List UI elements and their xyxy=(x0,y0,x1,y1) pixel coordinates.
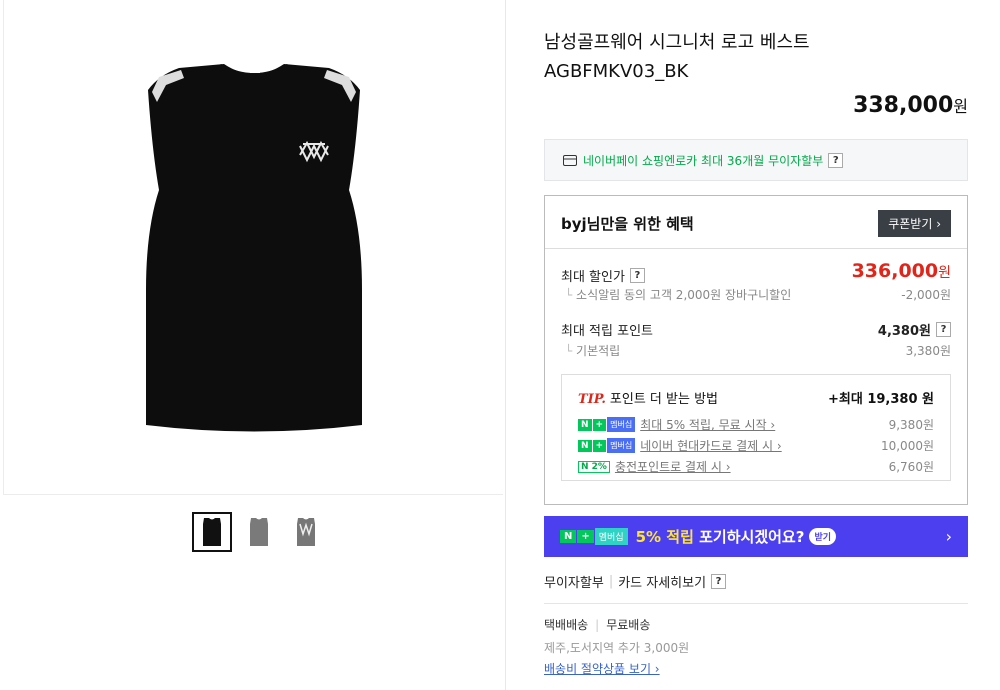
coupon-button[interactable]: 쿠폰받기 › xyxy=(878,210,951,237)
product-title-line1: 남성골프웨어 시그니처 로고 베스트 xyxy=(544,32,810,53)
max-discount-help-icon[interactable]: ? xyxy=(629,268,645,283)
naver-n-badge: N xyxy=(578,418,592,431)
banner-message: 포기하시겠어요? xyxy=(693,528,805,546)
thumbnail-logo-vest[interactable] xyxy=(286,512,326,552)
max-discount-amount: 336,000 xyxy=(851,260,939,282)
thumbnail-black-vest[interactable] xyxy=(192,512,232,552)
npay-installment-text: 네이버페이 쇼핑엔로카 최대 36개월 무이자할부 xyxy=(583,153,824,168)
max-discount-sub-value: -2,000원 xyxy=(901,288,951,302)
thumbnail-gray-vest[interactable] xyxy=(239,512,279,552)
black-vest-image xyxy=(146,64,362,432)
product-page: 남성골프웨어 시그니처 로고 베스트 AGBFMKV03_BK 338,000원… xyxy=(0,0,1000,690)
product-image-pane xyxy=(0,0,506,690)
price-unit: 원 xyxy=(953,97,968,116)
tip-title: TIP. 포인트 더 받는 방법 xyxy=(578,388,718,407)
shipping-extra-fee: 제주,도서지역 추가 3,000원 xyxy=(544,641,690,655)
basic-point-label: 기본적립 xyxy=(576,344,621,358)
naver-n-badge: N xyxy=(578,439,592,452)
naver-2p-badge: N 2% xyxy=(578,460,610,473)
tip-title-text: 포인트 더 받는 방법 xyxy=(609,392,718,407)
benefit-divider xyxy=(545,248,967,249)
tree-branch-icon: └ xyxy=(565,344,577,358)
npay-help-icon[interactable]: ? xyxy=(828,152,844,168)
product-price: 338,000원 xyxy=(853,93,968,118)
membership-badge: 멤버십 xyxy=(594,528,628,545)
tree-branch-icon: └ xyxy=(565,288,577,302)
max-discount-row: 최대 할인가 ? xyxy=(561,266,645,285)
product-info-pane: 남성골프웨어 시그니처 로고 베스트 AGBFMKV03_BK 338,000원… xyxy=(544,0,968,690)
basic-point-sub: └ 기본적립 xyxy=(565,342,620,359)
separator: | xyxy=(608,574,614,589)
main-product-image[interactable] xyxy=(3,0,503,495)
tip-total: +최대 19,380 원 xyxy=(828,392,934,407)
max-discount-price: 336,000원 xyxy=(852,260,951,282)
section-divider xyxy=(544,603,968,604)
installment-row: 무이자할부 | 카드 자세히보기 ? xyxy=(544,572,727,591)
plus-badge: + xyxy=(577,530,594,543)
tip-row-membership: N + 멤버십 최대 5% 적립, 무료 시작 › xyxy=(578,416,775,433)
npay-installment-box: 네이버페이 쇼핑엔로카 최대 36개월 무이자할부 ? xyxy=(544,139,968,181)
plus-badge: + xyxy=(592,418,607,431)
point-tip-box: TIP. 포인트 더 받는 방법 +최대 19,380 원 N + 멤버십 최대 5%… xyxy=(561,374,951,481)
shipping-saving-link[interactable]: 배송비 절약상품 보기 › xyxy=(544,660,660,677)
installment-label[interactable]: 무이자할부 xyxy=(544,572,604,591)
max-discount-unit: 원 xyxy=(938,265,951,281)
tip-row-card: N + 멤버십 네이버 현대카드로 결제 시 › xyxy=(578,437,782,454)
banner-highlight: 5% 적립 xyxy=(635,528,694,546)
shipping-fee: 무료배송 xyxy=(606,618,651,632)
membership-badge: 멤버십 xyxy=(607,417,636,432)
plus-badge: + xyxy=(592,439,607,452)
benefit-box: byj님만을 위한 혜택 쿠폰받기 › 최대 할인가 ? 336,000원 └ … xyxy=(544,195,968,505)
tip-link-charge[interactable]: 충전포인트로 결제 시 › xyxy=(615,458,731,475)
product-title-line2: AGBFMKV03_BK xyxy=(544,61,689,82)
shipping-row: 택배배송 | 무료배송 xyxy=(544,616,650,633)
naver-n-badge: N xyxy=(560,530,577,543)
max-discount-sub-label: 소식알림 동의 고객 2,000원 장바구니할인 xyxy=(576,288,792,302)
tip-link-membership[interactable]: 최대 5% 적립, 무료 시작 › xyxy=(640,416,775,433)
max-point-help-icon[interactable]: ? xyxy=(936,322,951,337)
max-discount-label: 최대 할인가 xyxy=(561,270,625,285)
banner-receive-pill: 받기 xyxy=(809,528,836,545)
chevron-right-icon: › xyxy=(945,527,952,546)
shipping-method: 택배배송 xyxy=(544,618,589,632)
card-icon xyxy=(563,154,577,166)
tip-value-membership: 9,380원 xyxy=(888,418,934,432)
tip-link-card[interactable]: 네이버 현대카드로 결제 시 › xyxy=(640,437,782,454)
membership-promo-banner[interactable]: N + 멤버십 5% 적립 포기하시겠어요? 받기 › xyxy=(544,516,968,557)
max-point-row: 4,380원 ? xyxy=(878,320,951,339)
membership-badge: 멤버십 xyxy=(607,438,636,453)
max-discount-sub: └ 소식알림 동의 고객 2,000원 장바구니할인 xyxy=(565,286,791,303)
tip-word: TIP. xyxy=(578,392,606,407)
banner-text: 5% 적립 포기하시겠어요? xyxy=(636,526,805,547)
tip-value-card: 10,000원 xyxy=(880,439,934,453)
max-point-value: 4,380원 xyxy=(877,324,931,339)
price-amount: 338,000 xyxy=(853,93,954,118)
separator: | xyxy=(595,617,600,632)
tip-value-charge: 6,760원 xyxy=(888,460,934,474)
thumbnail-strip xyxy=(192,512,326,552)
tip-row-charge: N 2% 충전포인트로 결제 시 › xyxy=(578,458,731,475)
card-detail-link[interactable]: 카드 자세히보기 xyxy=(618,572,706,591)
basic-point-value: 3,380원 xyxy=(905,344,951,358)
product-title: 남성골프웨어 시그니처 로고 베스트 AGBFMKV03_BK xyxy=(544,28,968,86)
max-point-label: 최대 적립 포인트 xyxy=(561,324,653,339)
card-help-icon[interactable]: ? xyxy=(711,574,727,589)
benefit-heading: byj님만을 위한 혜택 xyxy=(561,215,694,233)
